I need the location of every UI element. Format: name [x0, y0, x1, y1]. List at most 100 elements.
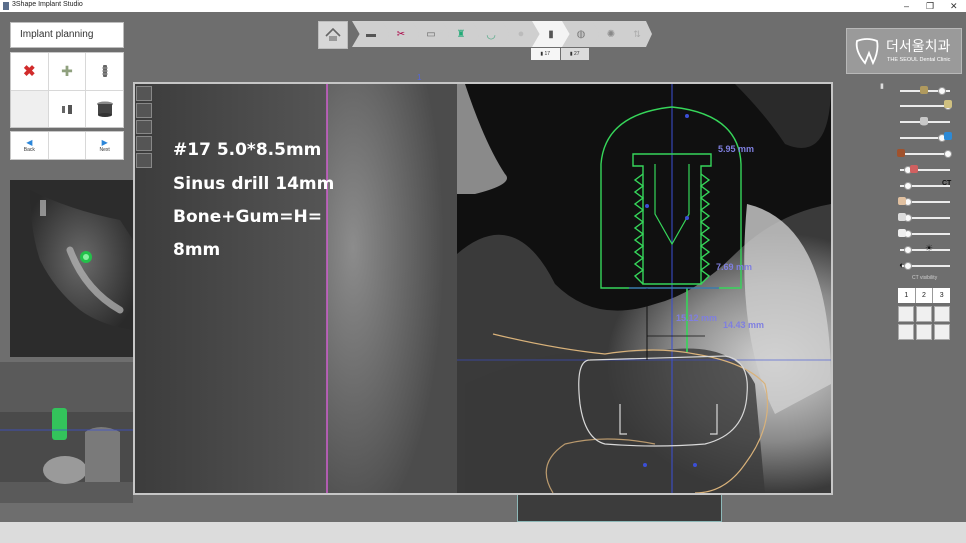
home-icon	[325, 28, 341, 41]
export-icon: ⇅	[633, 28, 641, 39]
implant-tool-grid: ✖ ✚	[10, 52, 124, 128]
nav-spacer	[48, 132, 86, 159]
tooth-icon	[920, 117, 928, 125]
arrow-right-icon: ▶	[101, 137, 108, 147]
brightness-icon: ☀	[925, 243, 934, 253]
snapshot-tool-button[interactable]	[136, 153, 152, 168]
app-icon	[3, 2, 9, 10]
guide-icon: ✺	[606, 28, 616, 40]
tooth-tab-label: 17	[544, 51, 551, 57]
visibility-slider-jaw[interactable]	[900, 214, 950, 222]
back-label: Back	[23, 146, 35, 153]
layout-2-button[interactable]: 2	[915, 288, 933, 303]
tooth-tab-label: 27	[574, 51, 580, 57]
select-tool-button[interactable]	[136, 86, 152, 101]
title-bar: 3Shape Implant Studio – ❐ ✕	[0, 0, 966, 12]
measurement-label: 15.12 mm	[676, 313, 718, 323]
crown-icon: ●	[517, 28, 525, 40]
logo-english: THE SEOUL Dental Clinic	[887, 57, 951, 63]
panoramic-view-thumbnail[interactable]	[0, 362, 133, 503]
step-navigation: ◀ Back ▶ Next	[10, 131, 124, 160]
close-button[interactable]: ✕	[950, 0, 958, 12]
measurement-label: 5.95 mm	[718, 144, 755, 154]
visibility-slider-nerve[interactable]	[900, 166, 950, 174]
logo-korean: 더서울치과	[886, 38, 951, 54]
next-button[interactable]: ▶ Next	[86, 132, 123, 159]
empty-tool-slot	[11, 90, 48, 127]
sleeve-button[interactable]	[86, 90, 123, 127]
tooth-tab-17[interactable]: ▮ 17	[531, 48, 560, 60]
scan-icon	[920, 86, 928, 94]
arch-icon: ◡	[486, 28, 496, 41]
visibility-slider-sleeve[interactable]	[900, 134, 950, 142]
view-right-icon[interactable]	[934, 306, 950, 322]
contrast-icon: ◐	[899, 260, 905, 270]
clinic-logo: 더서울치과 THE SEOUL Dental Clinic	[846, 28, 962, 74]
sleeve-icon: ◍	[576, 28, 586, 40]
view-orientation-buttons	[898, 306, 950, 340]
implant-icon: ▮	[548, 28, 554, 40]
delete-implant-button[interactable]: ✖	[11, 53, 48, 90]
axis-marker: 1	[417, 73, 422, 82]
maximize-button[interactable]: ❐	[926, 0, 934, 12]
crop-icon: ▭	[426, 28, 436, 40]
add-plus-icon: ✚	[61, 62, 73, 79]
tooth-tab-27[interactable]: ▮ 27	[560, 48, 589, 60]
arrow-left-icon: ◀	[26, 137, 33, 147]
contrast-slider[interactable]	[900, 262, 950, 270]
view-toolbar	[136, 86, 152, 168]
implant-icon	[101, 65, 108, 78]
cross-section-strip[interactable]	[517, 492, 722, 522]
visibility-slider-teeth[interactable]	[900, 230, 950, 238]
view-bottom-icon[interactable]	[934, 324, 950, 340]
measurement-label: 7.69 mm	[716, 262, 753, 272]
axial-view-thumbnail[interactable]	[10, 180, 133, 357]
add-implant-button[interactable]: ✚	[48, 53, 86, 90]
workflow-toolbar: ▬ ✂ ▭ ♜ ◡ ● ▮ ◍ ✺ ⇅	[318, 21, 652, 49]
next-label: Next	[99, 146, 110, 153]
tooth-logo-icon	[855, 38, 879, 65]
annotation-height: 8mm	[173, 240, 221, 260]
annotation-implant-size: #17 5.0*8.5mm	[173, 140, 322, 160]
tooth-tabs: ▮ 17 ▮ 27	[531, 48, 589, 60]
layout-3-button[interactable]: 3	[933, 288, 950, 303]
panel-title: Implant planning	[10, 22, 124, 48]
visibility-slider-crown[interactable]	[900, 102, 952, 110]
panoramic-ct-image	[0, 362, 133, 503]
view-left-icon[interactable]	[916, 306, 932, 322]
segment-icon: ♜	[456, 28, 466, 40]
sleeve-icon	[944, 132, 952, 140]
scan-icon: ▬	[366, 28, 376, 40]
abutment-icon	[61, 104, 72, 114]
sleeve-icon	[96, 101, 113, 117]
jaw-icon	[898, 213, 906, 221]
window-title: 3Shape Implant Studio	[12, 1, 83, 8]
minimize-button[interactable]: –	[904, 0, 909, 12]
implant-button[interactable]	[86, 53, 123, 90]
annotation-tool-button[interactable]	[136, 119, 152, 135]
axial-ct-image	[10, 180, 133, 357]
delete-x-icon: ✖	[23, 63, 36, 81]
home-button[interactable]	[318, 21, 348, 49]
crown-icon	[944, 100, 952, 108]
status-bar	[0, 522, 966, 543]
layout-1-button[interactable]: 1	[898, 288, 915, 303]
cross-section-view[interactable]: #17 5.0*8.5mm Sinus drill 14mm Bone+Gum=…	[135, 84, 831, 493]
nerve-icon	[910, 165, 918, 173]
layout-selector: 1 2 3	[898, 288, 950, 303]
view-back-icon[interactable]	[898, 324, 914, 340]
ct-visibility-label[interactable]: CT visibility	[912, 275, 937, 281]
annotation-sinus-drill: Sinus drill 14mm	[173, 174, 335, 194]
visibility-slider-guide[interactable]	[900, 150, 952, 158]
measure-tool-button[interactable]	[136, 102, 152, 118]
view-front-icon[interactable]	[898, 306, 914, 322]
view-top-icon[interactable]	[916, 324, 932, 340]
drill-icon: ✂	[396, 28, 406, 40]
visibility-slider-bone[interactable]	[900, 198, 950, 206]
teeth-icon	[898, 229, 906, 237]
back-button[interactable]: ◀ Back	[11, 132, 48, 159]
abutment-button[interactable]	[48, 90, 86, 127]
guide-icon	[897, 149, 905, 157]
rotate-tool-button[interactable]	[136, 136, 152, 152]
implant-marker	[52, 408, 67, 440]
